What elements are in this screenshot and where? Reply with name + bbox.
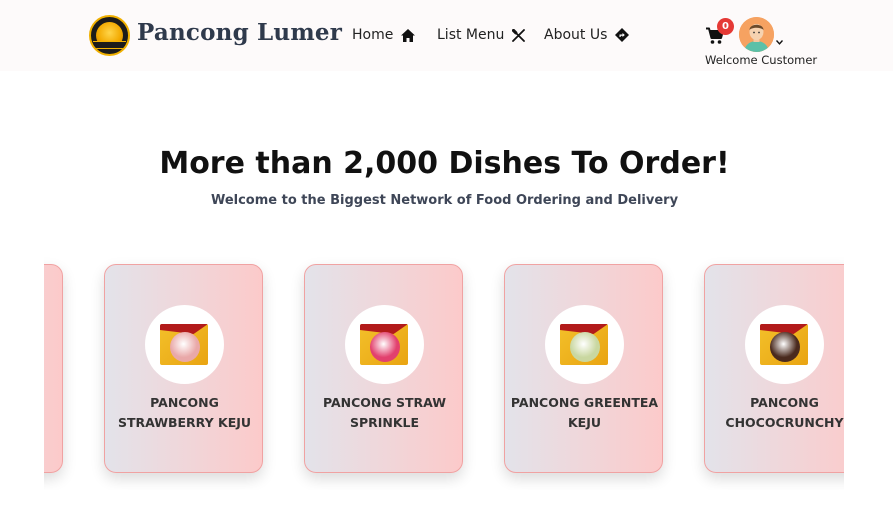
menu-image <box>160 324 208 365</box>
user-avatar[interactable] <box>739 17 774 52</box>
nav-home-label: Home <box>352 27 394 43</box>
cart-count-badge: 0 <box>717 18 734 35</box>
menu-card[interactable]: PANCONG CHOCOCRUNCHY <box>704 264 844 473</box>
menu-carousel[interactable]: PANCONG STRAWBERRY KEJU PANCONG STRAW SP… <box>44 255 844 490</box>
menu-card[interactable]: PANCONG STRAW SPRINKLE <box>304 264 463 473</box>
nav-about-us-label: About Us <box>544 27 608 43</box>
pancake-topping <box>770 332 800 362</box>
menu-image-frame <box>745 305 824 384</box>
pancake-topping <box>370 332 400 362</box>
menu-item-name: PANCONG GREENTEA KEJU <box>510 395 659 430</box>
nav-list-menu-label: List Menu <box>437 27 505 43</box>
pancake-topping <box>570 332 600 362</box>
menu-card[interactable]: PANCONG STRAWBERRY KEJU <box>104 264 263 473</box>
menu-item-name: PANCONG CHOCOCRUNCHY <box>725 395 844 430</box>
nav-home-link[interactable]: Home <box>352 27 416 43</box>
menu-image <box>560 324 608 365</box>
menu-image-frame <box>345 305 424 384</box>
menu-item-name: PANCONG STRAW SPRINKLE <box>322 395 447 430</box>
hero-title: More than 2,000 Dishes To Order! <box>159 146 730 181</box>
hero-subtitle: Welcome to the Biggest Network of Food O… <box>210 193 679 208</box>
chevron-down-icon[interactable] <box>775 30 784 49</box>
menu-image <box>760 324 808 365</box>
navbar: Pancong Lumer Home List Menu About Us 0 <box>0 0 893 71</box>
brand-logo[interactable] <box>89 15 130 56</box>
nav-about-us-link[interactable]: About Us <box>544 27 630 43</box>
nav-list-menu-link[interactable]: List Menu <box>437 27 526 43</box>
menu-card[interactable]: PANCONG GREENTEA KEJU <box>504 264 663 473</box>
menu-image-frame <box>545 305 624 384</box>
menu-image-frame <box>145 305 224 384</box>
menu-card-partial[interactable] <box>44 264 63 473</box>
menu-image <box>360 324 408 365</box>
logo-band <box>93 41 126 49</box>
directions-icon <box>615 28 630 42</box>
home-icon <box>401 28 416 42</box>
menu-item-name: PANCONG STRAWBERRY KEJU <box>117 395 252 430</box>
pancake-topping <box>170 332 200 362</box>
welcome-text: Welcome Customer <box>705 53 818 67</box>
brand-name[interactable]: Pancong Lumer <box>137 19 342 46</box>
utensils-icon <box>512 28 526 42</box>
